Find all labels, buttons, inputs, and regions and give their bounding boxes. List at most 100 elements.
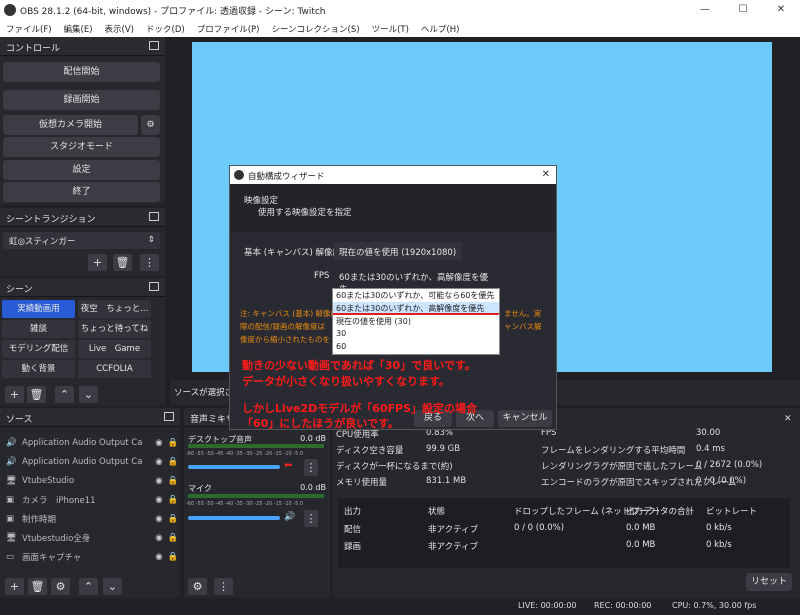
lock-icon[interactable]: 🔒 bbox=[166, 476, 180, 486]
volume-slider[interactable] bbox=[188, 516, 280, 520]
stat-row: CPU使用率 0.83% FPS 30.00 bbox=[336, 428, 796, 442]
wizard-subheading: 使用する映像設定を指定 bbox=[258, 208, 352, 218]
add-icon[interactable]: + bbox=[5, 386, 24, 403]
meter-scale: -60 -55 -50 -45 -40 -35 -30 -25 -20 -15 … bbox=[186, 451, 304, 457]
column-header: ビットレート bbox=[706, 507, 758, 517]
source-item[interactable]: ▭ 画面キャプチャ ◉ 🔒 bbox=[0, 547, 180, 566]
more-icon[interactable]: ⋮ bbox=[140, 254, 159, 271]
source-item[interactable]: 🖥 Vtubestudio全身 ◉ 🔒 bbox=[0, 528, 180, 547]
menu-view[interactable]: 表示(V) bbox=[99, 20, 140, 37]
trash-icon[interactable]: 🗑 bbox=[28, 578, 47, 595]
eye-icon[interactable]: ◉ bbox=[152, 514, 166, 524]
gear-icon[interactable]: ⚙ bbox=[141, 115, 160, 135]
scene-item[interactable]: 夜空 ちょっと... bbox=[78, 300, 151, 318]
fps-select[interactable]: 60または30のいずれか、高解像度を優先⌄ bbox=[334, 268, 500, 295]
menu-tools[interactable]: ツール(T) bbox=[366, 20, 415, 37]
scene-item[interactable]: ちょっと待ってね bbox=[78, 320, 151, 338]
menu-dock[interactable]: ドック(D) bbox=[140, 20, 191, 37]
note-line-1b: ません。実 bbox=[504, 309, 542, 318]
source-item[interactable]: ▣ 制作時期 ◉ 🔒 bbox=[0, 509, 180, 528]
menu-bar: ファイル(F) 編集(E) 表示(V) ドック(D) プロファイル(P) シーン… bbox=[0, 20, 800, 37]
gear-icon[interactable]: ⚙ bbox=[188, 578, 207, 595]
wizard-heading: 映像設定 bbox=[244, 196, 279, 206]
lock-icon[interactable]: 🔒 bbox=[166, 495, 180, 505]
transition-select[interactable]: 虹◎スティンガー ⇕ bbox=[3, 232, 160, 249]
stat-label: メモリ使用量 bbox=[336, 478, 388, 488]
fps-option[interactable]: 30 bbox=[333, 328, 499, 341]
trash-icon[interactable]: 🗑 bbox=[27, 386, 46, 403]
eye-icon[interactable]: ◉ bbox=[152, 476, 166, 486]
eye-icon[interactable]: ◉ bbox=[152, 438, 166, 448]
eye-icon[interactable]: ◉ bbox=[152, 533, 166, 543]
more-icon[interactable]: ⋮ bbox=[214, 578, 233, 595]
add-icon[interactable]: + bbox=[5, 578, 24, 595]
source-item[interactable]: 🔊 Application Audio Output Ca ◉ 🔒 bbox=[0, 433, 180, 452]
undock-icon[interactable] bbox=[149, 212, 159, 221]
close-icon[interactable]: ✕ bbox=[784, 414, 792, 424]
more-icon[interactable]: ⋮ bbox=[304, 510, 318, 527]
scene-item[interactable]: CCFOLIA bbox=[78, 360, 151, 378]
maximize-button[interactable]: ☐ bbox=[724, 0, 762, 20]
scene-item[interactable]: モデリング配信 bbox=[2, 340, 75, 358]
start-stream-button[interactable]: 配信開始 bbox=[3, 62, 160, 82]
add-icon[interactable]: + bbox=[88, 254, 107, 271]
arrow-down-icon[interactable]: ⌄ bbox=[103, 578, 122, 595]
source-item[interactable]: 🖥 VtubeStudio ◉ 🔒 bbox=[0, 471, 180, 490]
studio-mode-button[interactable]: スタジオモード bbox=[3, 137, 160, 157]
lock-icon[interactable]: 🔒 bbox=[166, 457, 180, 467]
undock-icon[interactable] bbox=[149, 41, 159, 50]
eye-icon[interactable]: ◉ bbox=[152, 495, 166, 505]
lock-icon[interactable]: 🔒 bbox=[166, 438, 180, 448]
fps-option[interactable]: 60 bbox=[333, 341, 499, 354]
undock-icon[interactable] bbox=[164, 412, 174, 421]
stat-row: ディスクが一杯になるまで(約) レンダリングラグが原因で逃したフレーム 0 / 26… bbox=[336, 460, 796, 474]
settings-button[interactable]: 設定 bbox=[3, 160, 160, 180]
arrow-up-icon[interactable]: ⌃ bbox=[79, 578, 98, 595]
window-controls: — ☐ ✕ bbox=[686, 0, 800, 20]
fps-option[interactable]: 現在の値を使用 (30) bbox=[333, 315, 499, 328]
menu-scene-collection[interactable]: シーンコレクション(S) bbox=[265, 20, 365, 37]
reset-button[interactable]: リセット bbox=[746, 573, 792, 591]
start-record-button[interactable]: 録画開始 bbox=[3, 90, 160, 110]
scene-item[interactable]: 雑談 bbox=[2, 320, 75, 338]
menu-profile[interactable]: プロファイル(P) bbox=[191, 20, 266, 37]
trash-icon[interactable]: 🗑 bbox=[113, 254, 132, 271]
menu-file[interactable]: ファイル(F) bbox=[0, 20, 58, 37]
minimize-button[interactable]: — bbox=[686, 0, 724, 20]
scene-item[interactable]: 動く背景 bbox=[2, 360, 75, 378]
arrow-down-icon[interactable]: ⌄ bbox=[79, 386, 98, 403]
source-item[interactable]: ▣ カメラ iPhone11 ◉ 🔒 bbox=[0, 490, 180, 509]
eye-icon[interactable]: ◉ bbox=[152, 552, 166, 562]
stat-label: レンダリングラグが原因で逃したフレーム bbox=[541, 462, 703, 472]
speaker-icon[interactable]: 🔊 bbox=[284, 512, 295, 522]
source-name: Application Audio Output Ca bbox=[22, 456, 143, 467]
virtual-camera-button[interactable]: 仮想カメラ開始 bbox=[3, 115, 138, 135]
status-bar: LIVE: 00:00:00 REC: 00:00:00 CPU: 0.7%, … bbox=[0, 598, 800, 615]
eye-icon[interactable]: ◉ bbox=[152, 457, 166, 467]
arrow-up-icon[interactable]: ⌃ bbox=[55, 386, 74, 403]
undock-icon[interactable] bbox=[149, 282, 159, 291]
base-resolution-select[interactable]: 現在の値を使用 (1920x1080) bbox=[334, 242, 462, 260]
close-button[interactable]: ✕ bbox=[762, 0, 800, 20]
more-icon[interactable]: ⋮ bbox=[304, 459, 318, 476]
volume-slider[interactable] bbox=[188, 465, 280, 469]
exit-button[interactable]: 終了 bbox=[3, 182, 160, 202]
scene-item[interactable]: 実績動画用 bbox=[2, 300, 75, 318]
gear-icon[interactable]: ⚙ bbox=[51, 578, 70, 595]
scene-item[interactable]: Live Game bbox=[78, 340, 151, 358]
transitions-title-label: シーントランジション bbox=[6, 215, 96, 225]
source-item[interactable]: 🔊 Application Audio Output Ca ◉ 🔒 bbox=[0, 452, 180, 471]
close-icon[interactable]: ✕ bbox=[542, 169, 550, 180]
fps-option[interactable]: 60または30のいずれか、可能なら60を優先 bbox=[333, 289, 499, 302]
auto-config-wizard: 自動構成ウィザード ✕ 映像設定 使用する映像設定を指定 基本 (キャンバス) … bbox=[229, 165, 557, 430]
menu-help[interactable]: ヘルプ(H) bbox=[415, 20, 466, 37]
menu-edit[interactable]: 編集(E) bbox=[58, 20, 99, 37]
lock-icon[interactable]: 🔒 bbox=[166, 514, 180, 524]
cancel-button[interactable]: キャンセル bbox=[498, 410, 552, 427]
source-name: Vtubestudio全身 bbox=[22, 533, 91, 544]
lock-icon[interactable]: 🔒 bbox=[166, 533, 180, 543]
source-type-icon: ▣ bbox=[6, 513, 15, 524]
annotation-line-2: データが小さくなり扱いやすくなります。 bbox=[242, 375, 450, 388]
fps-option-selected[interactable]: 60または30のいずれか、高解像度を優先 bbox=[333, 302, 499, 315]
lock-icon[interactable]: 🔒 bbox=[166, 552, 180, 562]
